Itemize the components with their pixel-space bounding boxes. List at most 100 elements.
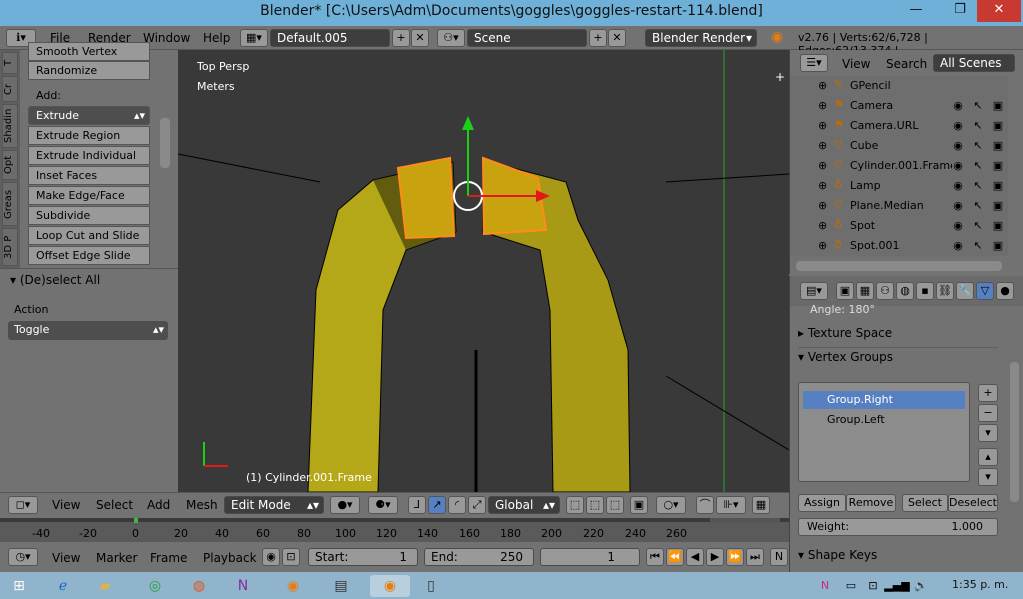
expand-icon[interactable]: ⊕ <box>818 119 827 132</box>
loop-cut-slide-button[interactable]: Loop Cut and Slide <box>28 226 150 245</box>
texture-space-panel[interactable]: ▸ Texture Space <box>798 326 998 348</box>
timeline-ruler[interactable]: -40 -20 0 20 40 60 80 100 120 140 160 18… <box>0 518 789 542</box>
eye-icon[interactable]: ◉ <box>952 240 964 252</box>
select-button[interactable]: Select <box>902 494 948 512</box>
tab-create[interactable]: Cr <box>2 76 18 102</box>
eye-icon[interactable]: ◉ <box>952 180 964 192</box>
lock-icon[interactable]: ⊡ <box>282 548 300 566</box>
tab-options[interactable]: Opt <box>2 150 18 180</box>
screen-layout-field[interactable]: Default.005 <box>270 29 390 47</box>
vertex-groups-panel[interactable]: ▾ Vertex Groups <box>798 350 998 372</box>
timeline-menu-marker[interactable]: Marker <box>96 551 137 565</box>
translate-icon[interactable]: ↗ <box>428 496 446 514</box>
eye-icon[interactable]: ◉ <box>952 140 964 152</box>
expand-icon[interactable]: ⊕ <box>818 179 827 192</box>
expand-icon[interactable]: ⊕ <box>818 219 827 232</box>
ruler-scroll[interactable] <box>710 518 780 523</box>
expand-icon[interactable]: ⊕ <box>818 79 827 92</box>
outliner-row[interactable]: ⊕ ⚑ Camera ◉ ↖ ▣ <box>790 96 1008 116</box>
camera-render-icon[interactable]: ▣ <box>992 200 1004 212</box>
limit-selection-icon[interactable]: ▣ <box>630 496 648 514</box>
blender-task-icon[interactable]: ◉ <box>280 575 306 597</box>
outliner-row[interactable]: ⊕ ▽ Plane.Median ◉ ↖ ▣ <box>790 196 1008 216</box>
tray-icon[interactable]: ⊡ <box>860 575 886 597</box>
expand-icon[interactable]: ⊕ <box>818 199 827 212</box>
deselect-button[interactable]: Deselect <box>948 494 998 512</box>
cursor-icon[interactable]: ↖ <box>972 100 984 112</box>
object-tab-icon[interactable]: ▪ <box>916 282 934 300</box>
snap-icon[interactable]: ⌒ <box>696 496 714 514</box>
properties-scrollbar[interactable] <box>1010 362 1019 502</box>
menu-select[interactable]: Select <box>96 498 133 512</box>
world-tab-icon[interactable]: ◍ <box>896 282 914 300</box>
current-frame-field[interactable]: 1 <box>540 548 640 566</box>
outliner-row[interactable]: ⊕ ⚑ Camera.URL ◉ ↖ ▣ <box>790 116 1008 136</box>
render-layers-tab-icon[interactable]: ▦ <box>856 282 874 300</box>
cursor-icon[interactable]: ↖ <box>972 140 984 152</box>
timeline-menu-frame[interactable]: Frame <box>150 551 187 565</box>
menu-mesh[interactable]: Mesh <box>186 498 218 512</box>
modifiers-tab-icon[interactable]: 🔧 <box>956 282 974 300</box>
add-scene-icon[interactable]: + <box>589 29 607 47</box>
add-layout-icon[interactable]: + <box>392 29 410 47</box>
ie-icon[interactable]: ℯ <box>50 575 76 597</box>
gizmo-y-arrow-icon[interactable] <box>462 116 474 130</box>
inset-faces-button[interactable]: Inset Faces <box>28 166 150 185</box>
camera-render-icon[interactable]: ▣ <box>992 160 1004 172</box>
data-tab-icon[interactable]: ▽ <box>976 282 994 300</box>
scene-icon[interactable]: ⚇▾ <box>437 29 465 47</box>
3d-viewport[interactable]: Top Persp Meters (1) Cylinder.001.Frame … <box>178 50 789 492</box>
constraints-tab-icon[interactable]: ⛓ <box>936 282 954 300</box>
outliner-scope-select[interactable]: All Scenes <box>933 54 1015 72</box>
start-frame-field[interactable]: Start: 1 <box>308 548 418 566</box>
end-frame-field[interactable]: End: 250 <box>424 548 534 566</box>
viewport-plus-icon[interactable]: + <box>775 70 785 84</box>
weight-field[interactable]: Weight: 1.000 <box>798 518 998 536</box>
tab-3d-printing[interactable]: 3D P <box>2 228 18 266</box>
menu-help[interactable]: Help <box>203 31 230 45</box>
camera-render-icon[interactable]: ▣ <box>992 140 1004 152</box>
cursor-icon[interactable]: ↖ <box>972 220 984 232</box>
eye-icon[interactable]: ◉ <box>952 220 964 232</box>
eye-icon[interactable]: ◉ <box>952 200 964 212</box>
firefox-icon[interactable]: ◍ <box>186 575 212 597</box>
outliner-row[interactable]: ⊕ ♁ Spot.001 ◉ ↖ ▣ <box>790 236 1008 256</box>
outliner-menu-search[interactable]: Search <box>886 57 927 71</box>
camera-render-icon[interactable]: ▣ <box>992 120 1004 132</box>
cursor-icon[interactable]: ↖ <box>972 160 984 172</box>
edge-select-icon[interactable]: ⬚ <box>586 496 604 514</box>
extrude-region-button[interactable]: Extrude Region <box>28 126 150 145</box>
outliner-row[interactable]: ⊕ ♁ Lamp ◉ ↖ ▣ <box>790 176 1008 196</box>
eye-icon[interactable]: ◉ <box>952 100 964 112</box>
expand-icon[interactable]: ⊕ <box>818 99 827 112</box>
maximize-button[interactable]: ❐ <box>943 0 977 22</box>
view3d-editor-type-icon[interactable]: ◻▾ <box>8 496 38 514</box>
vertex-select-icon[interactable]: ⬚ <box>566 496 584 514</box>
cursor-icon[interactable]: ↖ <box>972 240 984 252</box>
tool-shelf-scrollbar[interactable] <box>160 118 170 168</box>
outliner-row[interactable]: ⊕ ▽ Cylinder.001.Frame ◉ ↖ ▣ <box>790 156 1008 176</box>
timeline-menu-playback[interactable]: Playback <box>203 551 257 565</box>
mode-select[interactable]: Edit Mode ▴▾ <box>224 496 324 514</box>
start-icon[interactable]: ⊞ <box>6 575 32 597</box>
tab-shading[interactable]: Shadin <box>2 104 18 148</box>
material-tab-icon[interactable]: ● <box>996 282 1014 300</box>
cursor-icon[interactable]: ↖ <box>972 120 984 132</box>
expand-icon[interactable]: ⊕ <box>818 139 827 152</box>
scene-field[interactable]: Scene <box>467 29 587 47</box>
remove-vertex-group-button[interactable]: − <box>978 404 998 422</box>
render-tab-icon[interactable]: ▣ <box>836 282 854 300</box>
scene-tab-icon[interactable]: ⚇ <box>876 282 894 300</box>
minimize-button[interactable]: — <box>899 0 933 22</box>
move-down-button[interactable]: ▾ <box>978 468 998 486</box>
eye-icon[interactable]: ◉ <box>952 120 964 132</box>
jump-start-icon[interactable]: ⏮ <box>646 548 664 566</box>
camera-render-icon[interactable]: ▣ <box>992 240 1004 252</box>
outliner-row[interactable]: ⊕ ✎ GPencil <box>790 76 1008 96</box>
eye-icon[interactable]: ◉ <box>952 160 964 172</box>
face-select-icon[interactable]: ⬚ <box>606 496 624 514</box>
camera-render-icon[interactable]: ▣ <box>992 220 1004 232</box>
add-vertex-group-button[interactable]: + <box>978 384 998 402</box>
timeline-cut-button[interactable]: N <box>770 548 788 566</box>
file-explorer-icon[interactable]: ▰ <box>92 575 118 597</box>
